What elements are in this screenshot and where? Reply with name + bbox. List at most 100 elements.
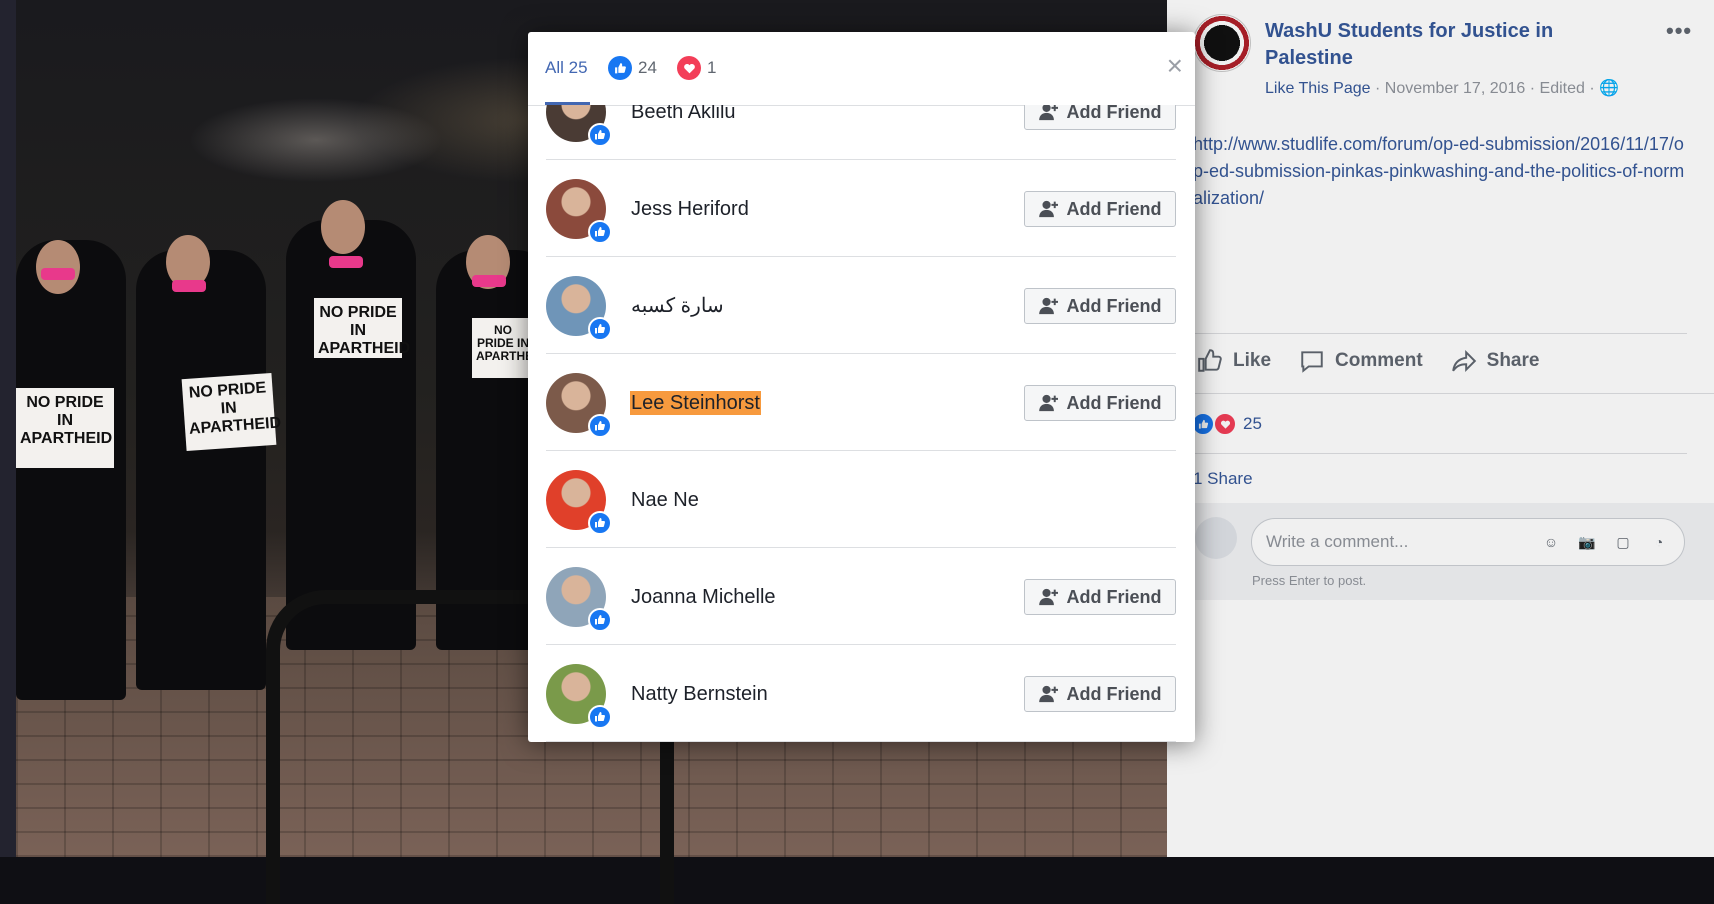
add-friend-label: Add Friend <box>1066 586 1162 607</box>
list-item: Natty Bernstein Add Friend <box>546 645 1176 742</box>
like-badge-icon <box>588 705 612 729</box>
like-badge-icon <box>588 608 612 632</box>
add-friend-icon <box>1038 685 1058 703</box>
post-panel: WashU Students for Justice in Palestine … <box>1167 0 1714 857</box>
reactor-list[interactable]: Beeth Aklilu Add Friend Jess Heriford Add F… <box>546 105 1176 742</box>
protest-sign: NO PRIDE IN APARTHEID <box>16 388 114 468</box>
add-friend-icon <box>1038 394 1058 412</box>
list-item: Nae Ne <box>546 451 1176 548</box>
divider <box>1193 333 1687 334</box>
protester-face <box>36 240 80 294</box>
add-friend-label: Add Friend <box>1066 392 1162 413</box>
protest-sign: NO PRIDE IN APARTHEID <box>314 298 410 358</box>
close-icon[interactable]: × <box>1167 52 1183 80</box>
add-friend-button[interactable]: Add Friend <box>1024 191 1176 227</box>
add-friend-button[interactable]: Add Friend <box>1024 579 1176 615</box>
tape <box>329 256 363 268</box>
comment-label: Comment <box>1335 350 1423 371</box>
tape <box>472 275 506 287</box>
person-name-link[interactable]: Natty Bernstein <box>630 682 769 706</box>
camera-icon[interactable]: 📷 <box>1574 529 1600 555</box>
add-friend-button[interactable]: Add Friend <box>1024 676 1176 712</box>
share-label: Share <box>1486 350 1540 371</box>
add-friend-icon <box>1038 200 1058 218</box>
post-actions: Like Comment Share <box>1197 348 1539 374</box>
person-name-link[interactable]: Beeth Aklilu <box>630 105 737 124</box>
list-item: Lee Steinhorst Add Friend <box>546 354 1176 451</box>
like-badge-icon <box>588 123 612 147</box>
sign-text: NO PRIDE IN APARTHEID <box>318 304 411 357</box>
like-button[interactable]: Like <box>1197 348 1271 374</box>
like-page-link[interactable]: Like This Page <box>1265 80 1371 97</box>
add-friend-button[interactable]: Add Friend <box>1024 385 1176 421</box>
sign-text: NO PRIDE IN APARTHEID <box>20 394 113 447</box>
thumbs-up-icon <box>1198 349 1222 372</box>
post-meta: Like This Page · November 17, 2016 · Edi… <box>1265 78 1619 98</box>
press-enter-hint: Press Enter to post. <box>1252 573 1367 588</box>
add-friend-icon <box>1038 588 1058 606</box>
tab-all-label: All 25 <box>545 58 588 77</box>
protest-sign: NO PRIDE IN APARTHEID <box>181 372 282 452</box>
person-name-link[interactable]: Jess Heriford <box>630 197 750 221</box>
person-name-link[interactable]: سارة كسبه <box>630 294 725 318</box>
add-friend-icon <box>1038 297 1058 315</box>
like-label: Like <box>1233 350 1272 371</box>
like-badge-icon <box>588 317 612 341</box>
page-name-link[interactable]: WashU Students for Justice in Palestine <box>1265 18 1595 72</box>
tab-all[interactable]: All 25 <box>545 58 590 105</box>
post-date[interactable]: · November 17, 2016 · Edited · <box>1371 80 1600 97</box>
protest-sign: NO PRIDE IN APARTHEID <box>472 318 545 378</box>
share-arrow-icon <box>1451 349 1476 373</box>
comment-placeholder: Write a comment... <box>1266 532 1409 551</box>
like-badge-icon <box>588 511 612 535</box>
add-friend-label: Add Friend <box>1066 105 1162 122</box>
tab-love-count: 1 <box>707 58 717 77</box>
list-item: Jess Heriford Add Friend <box>546 160 1176 257</box>
like-badge-icon <box>588 220 612 244</box>
love-reaction-icon <box>677 56 701 80</box>
reaction-tabs: All 25 24 1 × <box>528 32 1195 106</box>
tab-love[interactable]: 1 <box>677 56 717 105</box>
comment-tools: ☺ 📷 ▢ ◔ <box>1538 529 1672 555</box>
share-button[interactable]: Share <box>1451 348 1540 374</box>
list-item: Beeth Aklilu Add Friend <box>546 105 1176 160</box>
reaction-summary[interactable]: 25 <box>1191 412 1262 436</box>
add-friend-button[interactable]: Add Friend <box>1024 105 1176 130</box>
comment-icon <box>1301 351 1323 373</box>
sticker-icon[interactable]: ◔ <box>1646 529 1672 555</box>
emoji-icon[interactable]: ☺ <box>1538 529 1564 555</box>
divider <box>1167 453 1687 454</box>
comment-input[interactable]: Write a comment... ☺ 📷 ▢ ◔ <box>1251 518 1685 566</box>
protester <box>16 240 126 700</box>
gif-icon[interactable]: ▢ <box>1610 529 1636 555</box>
reactions-dialog: All 25 24 1 × Beeth Aklilu Add Friend Jess… <box>528 32 1195 742</box>
like-badge-icon <box>588 414 612 438</box>
person-name-link[interactable]: Lee Steinhorst <box>630 391 761 415</box>
list-item: سارة كسبه Add Friend <box>546 257 1176 354</box>
add-friend-label: Add Friend <box>1066 295 1162 316</box>
tab-like[interactable]: 24 <box>608 56 657 105</box>
globe-icon: 🌐 <box>1599 80 1620 97</box>
protester <box>136 250 266 690</box>
protester-face <box>321 200 365 254</box>
add-friend-label: Add Friend <box>1066 683 1162 704</box>
tape <box>172 280 206 292</box>
page-avatar[interactable] <box>1193 14 1251 72</box>
person-name-link[interactable]: Joanna Michelle <box>630 585 777 609</box>
divider <box>1167 393 1714 394</box>
viewer-left-edge <box>0 0 16 857</box>
reaction-count[interactable]: 25 <box>1243 414 1262 434</box>
more-dots-icon[interactable]: ••• <box>1666 18 1692 44</box>
share-count-link[interactable]: 1 Share <box>1193 469 1253 489</box>
post-url-link[interactable]: http://www.studlife.com/forum/op-ed-subm… <box>1193 131 1693 212</box>
person-name-link[interactable]: Nae Ne <box>630 488 700 512</box>
protester <box>286 220 416 650</box>
sign-text: NO PRIDE IN APARTHEID <box>188 379 282 438</box>
like-reaction-icon <box>608 56 632 80</box>
tab-like-count: 24 <box>638 58 657 77</box>
user-avatar <box>1195 517 1237 559</box>
add-friend-button[interactable]: Add Friend <box>1024 288 1176 324</box>
comment-button[interactable]: Comment <box>1299 348 1423 374</box>
list-item: Joanna Michelle Add Friend <box>546 548 1176 645</box>
add-friend-label: Add Friend <box>1066 198 1162 219</box>
